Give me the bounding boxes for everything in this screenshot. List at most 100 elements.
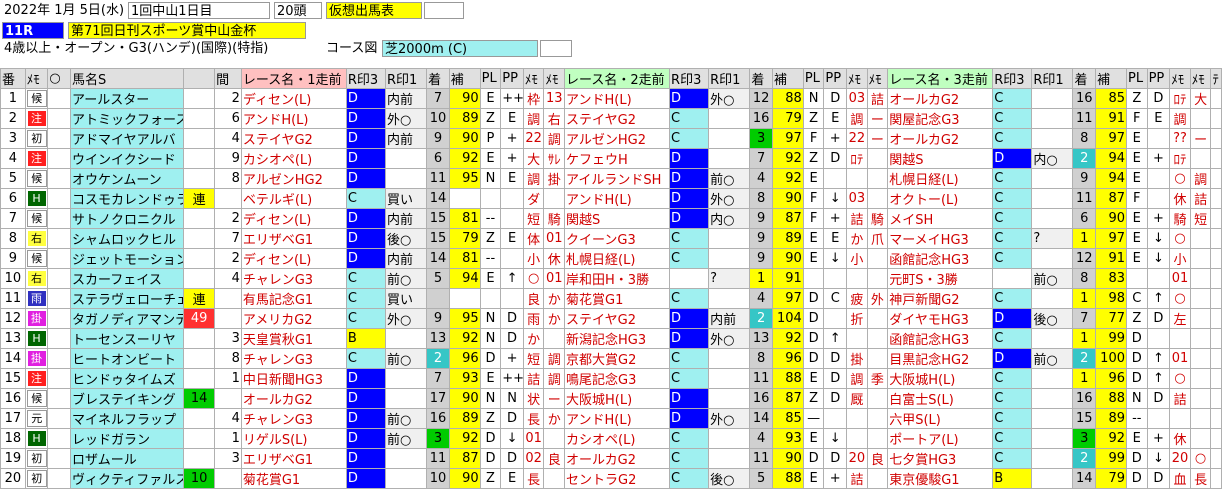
race-name-cell[interactable]: 元町S・3勝 [887,268,994,289]
circle-cell[interactable] [47,108,71,129]
race-name-cell[interactable]: 天皇賞秋G1 [240,328,347,349]
col-header[interactable]: 補 [448,68,481,89]
race-name-cell[interactable]: カシオペ(L) [240,148,347,169]
mark-cell[interactable]: 元 [24,408,49,429]
race-name-cell[interactable]: カシオペ(L) [564,428,671,449]
race-name-cell[interactable]: アイルランドSH [564,168,671,189]
race-name-cell[interactable]: ダイヤモHG3 [887,308,994,329]
race-name-cell[interactable]: ケフェウH [564,148,671,169]
circle-cell[interactable] [47,348,71,369]
horse-name[interactable]: ブレステイキング [69,388,185,409]
horse-name[interactable]: ヒートオンビート [69,348,185,369]
race-name-cell[interactable]: アンドH(L) [564,188,671,209]
race-name-cell[interactable]: チャレンG3 [240,268,347,289]
race-name-cell[interactable]: アルゼンHG2 [240,168,347,189]
table-row[interactable]: 2 注アトミックフォース 6 アンドH(L) D 外○ 10 89 Z E 調右ステイヤG2 C 16 7… [0,108,1222,129]
table-row[interactable]: 9 候ジェットモーション 2 ディセン(L) D 内前 14 81 -- 小休札幌日経(L) C 9 9… [0,248,1222,269]
race-name-cell[interactable]: オールカG2 [240,388,347,409]
mark-cell[interactable]: 候 [24,88,49,109]
mark-cell[interactable]: 候 [24,168,49,189]
race-name-cell[interactable]: 関越S [564,208,671,229]
race-name-cell[interactable]: アンドH(L) [564,88,671,109]
col-header[interactable]: R印1 [384,68,428,89]
horse-name[interactable]: トーセンスーリヤ [69,328,185,349]
circle-cell[interactable] [47,328,71,349]
race-name-cell[interactable]: クイーンG3 [564,228,671,249]
race-name-cell[interactable]: ディセン(L) [240,208,347,229]
table-row[interactable]: 7 候サトノクロニクル 2 ディセン(L) D 内前 15 81 -- 短騎関越S D 内○ 9 87 F +… [0,208,1222,229]
col-header[interactable]: PL [1126,68,1148,89]
race-name-cell[interactable]: アルゼンHG2 [564,128,671,149]
col-header[interactable]: ﾒﾓ [846,68,868,89]
mark-cell[interactable]: 注 [24,148,49,169]
mark-cell[interactable]: H [24,428,49,449]
col-header[interactable]: ﾒﾓ [1169,68,1191,89]
col-header[interactable]: 番 [0,68,26,89]
mark-cell[interactable]: 注 [24,108,49,129]
table-row[interactable]: 3 初アドマイヤアルバ 4 ステイヤG2 D 内前 9 90 P +22 調アルゼンHG2 C 3 97 F… [0,128,1222,149]
race-name-cell[interactable]: メイSH [887,208,994,229]
table-row[interactable]: 11 雨ステラヴェローチェ連有馬記念G1 C 買い良か菊花賞G1 C 4 97 D C 疲外神戸新… [0,288,1222,309]
col-header[interactable]: ﾃ [1210,68,1222,89]
circle-cell[interactable] [47,288,71,309]
col-header[interactable]: 着 [1072,68,1097,89]
mark-cell[interactable]: H [24,188,49,209]
race-name-cell[interactable]: 六甲S(L) [887,408,994,429]
col-header[interactable]: R印1 [1031,68,1074,89]
race-name-cell[interactable]: 七夕賞HG3 [887,448,994,469]
col-header[interactable]: R印1 [708,68,751,89]
horse-name[interactable]: ヴィクティファルス [69,468,185,489]
table-row[interactable]: 20 初ヴィクティファルス 10 菊花賞G1 D 10 90 Z E 長セントラG2 C 後○ 5 88 E… [0,468,1222,489]
col-header[interactable]: ﾒﾓ [24,68,49,89]
race-name-cell[interactable]: 札幌日経(L) [564,248,671,269]
race-name-cell[interactable]: 札幌日経(L) [887,168,994,189]
col-header[interactable]: 補 [1095,68,1127,89]
circle-cell[interactable] [47,268,71,289]
race-name-cell[interactable]: エリザベG1 [240,448,347,469]
race-name-cell[interactable]: セントラG2 [564,468,671,489]
col-header[interactable]: PL [479,68,502,89]
horse-name[interactable]: シャムロックヒル [69,228,185,249]
race-name-cell[interactable]: 函館記念HG3 [887,328,994,349]
race-name-cell[interactable]: 菊花賞G1 [564,288,671,309]
race-name-cell[interactable]: 新潟記念HG3 [564,328,671,349]
circle-cell[interactable] [47,368,71,389]
mark-cell[interactable]: 右 [24,268,49,289]
race-name-cell[interactable]: 有馬記念G1 [240,288,347,309]
horse-name[interactable]: ウインイクシード [69,148,185,169]
race-name-cell[interactable]: マーメイHG3 [887,228,994,249]
mark-cell[interactable]: 雨 [24,288,49,309]
col-header[interactable]: PP [1146,68,1171,89]
mark-cell[interactable]: 掛 [24,348,49,369]
mark-cell[interactable]: 候 [24,248,49,269]
horse-name[interactable]: スカーフェイス [69,268,185,289]
circle-cell[interactable] [47,308,71,329]
race-name-cell[interactable]: 神戸新聞G2 [887,288,994,309]
horse-name[interactable]: ステラヴェローチェ [69,288,185,309]
race-name-cell[interactable]: ディセン(L) [240,88,347,109]
col-header[interactable]: ﾒﾓ [866,68,889,89]
horse-name[interactable]: アールスター [69,88,185,109]
circle-cell[interactable] [47,468,71,489]
table-row[interactable]: 4 注ウインイクシード 9 カシオペ(L) D 6 92 E + 大ｻﾚ ケフェウH D 7 92 Z D ﾛﾃ… [0,148,1222,169]
race-name-cell[interactable]: 岸和田H・3勝 [564,268,671,289]
horse-name[interactable]: コスモカレンドゥラ [69,188,185,209]
circle-cell[interactable] [47,248,71,269]
race-name-cell[interactable]: 鳴尾記念G3 [564,368,671,389]
race-name-cell[interactable]: アンドH(L) [564,408,671,429]
circle-cell[interactable] [47,88,71,109]
mark-cell[interactable]: H [24,328,49,349]
col-header[interactable]: 着 [749,68,773,89]
race-name-cell[interactable]: 関屋記念G3 [887,108,994,129]
table-row[interactable]: 16 候ブレステイキング 14 オールカG2 D 17 90 N N 状ー大阪城H(L) D 16 87… [0,388,1222,409]
circle-cell[interactable] [47,228,71,249]
circle-cell[interactable] [47,408,71,429]
col-header[interactable]: PP [500,68,524,89]
table-row[interactable]: 19 初ロザムール 3 エリザベG1 D 11 87 D D 02 良オールカG2 C 11 90 D D 20… [0,448,1222,469]
race-name-cell[interactable]: オクトー(L) [887,188,994,209]
table-row[interactable]: 6 H コスモカレンドゥラ連ベテルギ(L) C 買い 14 ダアンドH(L) D 外○ 8 90 F ↓… [0,188,1222,209]
table-row[interactable]: 17 元マイネルフラップ 4 チャレンG3 D 前○ 16 89 Z D 長かアンドH(L) D 外○ 1… [0,408,1222,429]
race-name-cell[interactable]: ポートア(L) [887,428,994,449]
race-name-cell[interactable]: エリザベG1 [240,228,347,249]
race-name-cell[interactable]: オールカG2 [887,88,994,109]
